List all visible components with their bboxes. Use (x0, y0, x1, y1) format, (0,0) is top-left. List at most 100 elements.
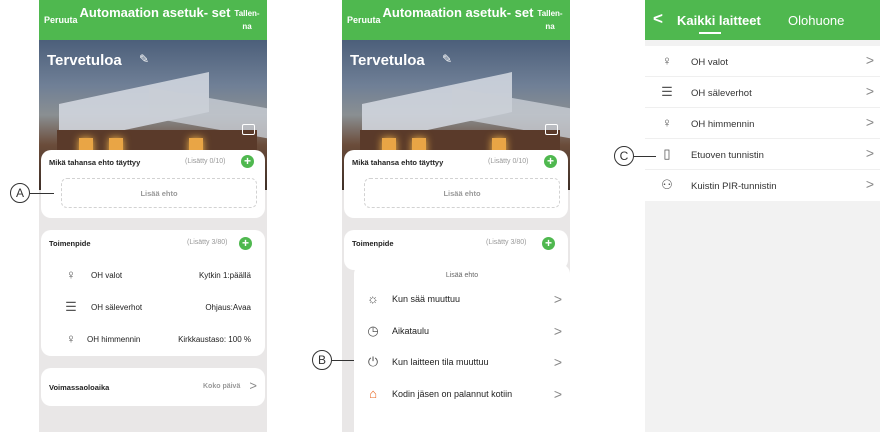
condition-option[interactable]: ◷ Aikataulu > (354, 320, 570, 344)
chevron-right-icon: > (865, 52, 874, 68)
blinds-icon: ☰ (65, 299, 77, 314)
bulb-icon: ♀ (66, 267, 76, 282)
chevron-right-icon: > (865, 145, 874, 161)
home-arrival-icon: ⌂ (369, 386, 377, 401)
action-card: Toimenpide (Lisätty 3/80) + ♀ OH valot K… (41, 230, 265, 356)
chevron-right-icon: > (249, 378, 257, 393)
action-count: (Lisätty 3/80) (187, 239, 228, 246)
motion-sensor-icon: ⚇ (661, 177, 673, 192)
add-action-plus-icon[interactable]: + (239, 237, 252, 250)
sheet-title: Lisää ehto (445, 272, 479, 279)
device-name: OH himmennin (691, 119, 755, 130)
action-label: Toimenpide (352, 239, 394, 248)
add-action-plus-icon[interactable]: + (542, 237, 555, 250)
automation-settings-screen: Peruuta Automaation asetuk- set Tallen- … (39, 0, 267, 432)
cancel-button[interactable]: Peruuta (44, 15, 78, 25)
action-value: Kytkin 1:päällä (198, 271, 251, 280)
condition-label: Mikä tahansa ehto täyttyy (352, 158, 444, 167)
condition-count: (Lisätty 0/10) (185, 158, 226, 165)
add-condition-sheet: Lisää ehto ☼ Kun sää muuttuu > ◷ Aikatau… (354, 264, 570, 432)
add-condition-button[interactable]: Lisää ehto (61, 178, 257, 208)
action-row[interactable]: ♀ OH valot Kytkin 1:päällä (41, 267, 265, 287)
chevron-right-icon: > (553, 386, 562, 402)
condition-count: (Lisätty 0/10) (488, 158, 529, 165)
condition-label: Mikä tahansa ehto täyttyy (49, 158, 141, 167)
edit-pencil-icon[interactable]: ✎ (442, 52, 452, 66)
device-row[interactable]: ♀ OH valot > (645, 46, 880, 77)
add-condition-plus-icon[interactable]: + (544, 155, 557, 168)
dimmer-icon: ♀ (66, 331, 76, 346)
validity-card[interactable]: Voimassaoloaika Koko päivä > (41, 368, 265, 406)
action-row[interactable]: ☰ OH säleverhot Ohjaus:Avaa (41, 299, 265, 319)
bulb-icon: ♀ (662, 53, 672, 68)
device-row[interactable]: ♀ OH himmennin > (645, 108, 880, 139)
option-label: Kun laitteen tila muuttuu (392, 357, 489, 367)
back-chevron-icon[interactable]: < (653, 9, 663, 29)
device-name: Kuistin PIR-tunnistin (691, 181, 777, 192)
chevron-right-icon: > (865, 83, 874, 99)
chevron-right-icon: > (553, 323, 562, 339)
save-button[interactable]: Tallen- na (536, 7, 564, 33)
device-row[interactable]: ▯ Etuoven tunnistin > (645, 139, 880, 170)
condition-card: Mikä tahansa ehto täyttyy (Lisätty 0/10)… (344, 150, 568, 218)
condition-option[interactable]: ⌂ Kodin jäsen on palannut kotiin > (354, 383, 570, 407)
weather-icon: ☼ (367, 291, 379, 306)
automation-settings-screen-sheet: Peruuta Automaation asetuk- set Tallen- … (342, 0, 570, 432)
device-row[interactable]: ⚇ Kuistin PIR-tunnistin > (645, 170, 880, 201)
device-name: OH valot (691, 57, 728, 68)
option-label: Kodin jäsen on palannut kotiin (392, 389, 513, 399)
add-condition-button[interactable]: Lisää ehto (364, 178, 560, 208)
validity-label: Voimassaoloaika (49, 383, 110, 392)
device-list: ♀ OH valot > ☰ OH säleverhot > ♀ OH himm… (645, 46, 880, 201)
welcome-text: Tervetuloa (350, 52, 425, 69)
tab-living-room[interactable]: Olohuone (788, 13, 844, 28)
power-icon: ⏻ (367, 354, 379, 369)
action-name: OH himmennin (87, 335, 141, 344)
header-bar: Peruuta Automaation asetuk- set Tallen- … (39, 0, 267, 40)
chevron-right-icon: > (553, 354, 562, 370)
condition-option[interactable]: ☼ Kun sää muuttuu > (354, 288, 570, 312)
header-bar: Peruuta Automaation asetuk- set Tallen- … (342, 0, 570, 40)
callout-line (332, 360, 354, 361)
blinds-icon: ☰ (661, 84, 673, 99)
callout-a: A (10, 183, 30, 203)
door-sensor-icon: ▯ (663, 146, 671, 161)
action-value: Kirkkaustaso: 100 % (178, 335, 251, 344)
action-count: (Lisätty 3/80) (486, 239, 527, 246)
tab-all-devices[interactable]: Kaikki laitteet (677, 13, 761, 28)
device-name: Etuoven tunnistin (691, 150, 764, 161)
change-image-icon[interactable] (242, 124, 255, 135)
option-label: Kun sää muuttuu (392, 294, 461, 304)
action-label: Toimenpide (49, 239, 91, 248)
dimmer-icon: ♀ (662, 115, 672, 130)
option-label: Aikataulu (392, 326, 430, 336)
active-tab-indicator (699, 32, 721, 34)
callout-line (30, 193, 54, 194)
condition-option[interactable]: ⏻ Kun laitteen tila muuttuu > (354, 351, 570, 375)
validity-value: Koko päivä (203, 383, 241, 390)
condition-card: Mikä tahansa ehto täyttyy (Lisätty 0/10)… (41, 150, 265, 218)
action-value: Ohjaus:Avaa (205, 303, 251, 312)
header-bar: < Kaikki laitteet Olohuone (645, 0, 880, 40)
save-button[interactable]: Tallen- na (233, 7, 261, 33)
chevron-right-icon: > (553, 291, 562, 307)
add-condition-plus-icon[interactable]: + (241, 155, 254, 168)
callout-line (634, 156, 656, 157)
page-title: Automaation asetuk- set (382, 5, 534, 20)
callout-b: B (312, 350, 332, 370)
device-name: OH säleverhot (691, 88, 752, 99)
edit-pencil-icon[interactable]: ✎ (139, 52, 149, 66)
chevron-right-icon: > (865, 176, 874, 192)
cancel-button[interactable]: Peruuta (347, 15, 381, 25)
device-row[interactable]: ☰ OH säleverhot > (645, 77, 880, 108)
clock-icon: ◷ (367, 323, 379, 338)
action-row[interactable]: ♀ OH himmennin Kirkkaustaso: 100 % (41, 331, 265, 351)
welcome-text: Tervetuloa (47, 52, 122, 69)
callout-c: C (614, 146, 634, 166)
action-name: OH valot (91, 271, 123, 280)
change-image-icon[interactable] (545, 124, 558, 135)
chevron-right-icon: > (865, 114, 874, 130)
device-list-screen: < Kaikki laitteet Olohuone ♀ OH valot > … (645, 0, 880, 432)
action-name: OH säleverhot (91, 303, 143, 312)
page-title: Automaation asetuk- set (79, 5, 231, 20)
